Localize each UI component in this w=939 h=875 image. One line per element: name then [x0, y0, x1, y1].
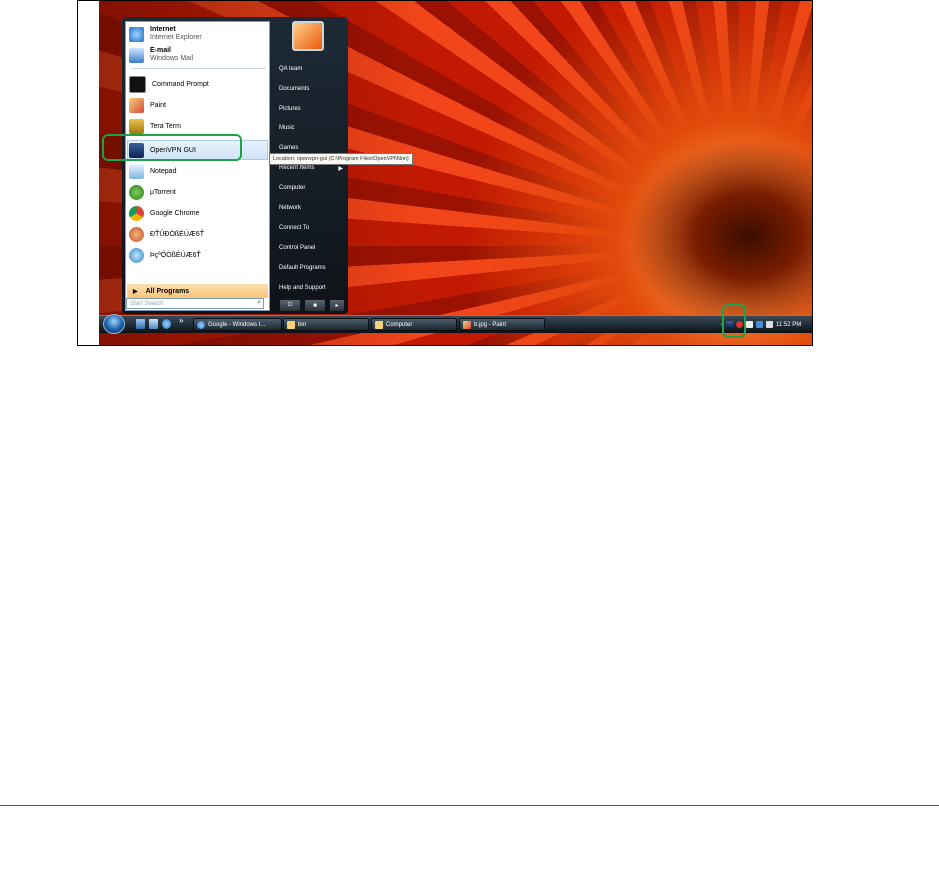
system-tray: ‹ 11:52 PM [721, 318, 811, 331]
program-openvpn-gui[interactable]: OpenVPN GUI [129, 140, 268, 160]
menu-item-pictures[interactable]: Pictures [279, 100, 345, 118]
menu-item-documents[interactable]: Documents [279, 80, 345, 98]
all-programs-button[interactable]: ▶ All Programs [127, 284, 268, 298]
search-icon[interactable]: ⌕ [257, 299, 261, 307]
switch-windows-icon[interactable] [149, 319, 158, 329]
openvpn-tray-icon[interactable] [726, 321, 733, 328]
pinned-email[interactable]: E-mail Windows Mail [129, 45, 268, 65]
pinned-internet[interactable]: Internet Internet Explorer [129, 24, 268, 44]
network-icon[interactable] [756, 321, 763, 328]
paint-icon [463, 320, 471, 329]
windows-mail-icon [129, 47, 144, 63]
internet-explorer-icon[interactable] [162, 319, 171, 329]
tray-icon[interactable] [736, 321, 743, 328]
sleep-button[interactable]: ⏻ [279, 299, 301, 312]
program-unknown-2[interactable]: ÞçªÔÒßÉÚÆ6Ť [129, 245, 268, 265]
program-notepad[interactable]: Notepad [129, 161, 268, 181]
folder-icon [287, 320, 295, 329]
internet-explorer-icon [197, 320, 205, 329]
chrome-icon [129, 205, 144, 221]
task-bin[interactable]: bin [283, 318, 369, 331]
shutdown-options-button[interactable]: ▸ [329, 299, 345, 312]
menu-item-computer[interactable]: Computer [279, 179, 345, 197]
menu-item-default-programs[interactable]: Default Programs [279, 259, 345, 277]
menu-item-network[interactable]: Network [279, 199, 345, 217]
user-picture[interactable] [292, 21, 324, 51]
lock-button[interactable]: ■ [304, 299, 326, 312]
paint-icon [129, 97, 144, 113]
power-icon: ⏻ [287, 302, 293, 308]
start-menu-programs-pane: Internet Internet Explorer E-mail Windows … [125, 21, 270, 311]
program-icon [129, 226, 144, 242]
triangle-right-icon: ▶ [133, 288, 138, 295]
task-paint[interactable]: b.jpg - Paint [459, 318, 545, 331]
menu-item-connect-to[interactable]: Connect To [279, 219, 345, 237]
tera-term-icon [129, 118, 144, 134]
menu-item-qa-team[interactable]: QA team [279, 60, 345, 78]
program-tera-term[interactable]: Tera Term [129, 116, 268, 136]
start-menu: Internet Internet Explorer E-mail Windows … [102, 17, 348, 314]
openvpn-icon [129, 142, 144, 158]
internet-explorer-icon [129, 26, 144, 42]
command-prompt-icon [129, 75, 146, 93]
location-tooltip: Location: openvpn-gui (C:\Program Files\… [269, 153, 413, 165]
task-google-chrome[interactable]: Google - Windows I... [193, 318, 282, 331]
start-search-input[interactable]: Start Search ⌕ [126, 298, 264, 309]
power-controls: ⏻ ■ ▸ [279, 299, 345, 312]
menu-item-help-and-support[interactable]: Help and Support [279, 279, 345, 297]
utorrent-icon [129, 184, 144, 200]
quick-launch-more[interactable]: » [179, 316, 188, 326]
menu-item-music[interactable]: Music [279, 119, 345, 137]
program-utorrent[interactable]: µTorrent [129, 182, 268, 202]
clock[interactable]: 11:52 PM [776, 322, 801, 328]
program-paint[interactable]: Paint [129, 95, 268, 115]
menu-item-control-panel[interactable]: Control Panel [279, 239, 345, 257]
power-tray-icon[interactable] [746, 321, 753, 328]
program-icon [129, 247, 144, 263]
menu-separator [131, 68, 266, 69]
show-desktop-icon[interactable] [136, 319, 145, 329]
lock-icon: ■ [313, 302, 317, 309]
program-google-chrome[interactable]: Google Chrome [129, 203, 268, 223]
page-divider [0, 805, 939, 806]
folder-icon [375, 320, 383, 329]
chevron-left-icon[interactable]: ‹ [721, 322, 723, 328]
program-unknown-1[interactable]: ÐŤÛÐÒßÉÚÆ6Ť [129, 224, 268, 244]
start-button[interactable] [103, 314, 125, 334]
program-command-prompt[interactable]: Command Prompt [129, 74, 268, 94]
task-computer[interactable]: Computer [371, 318, 457, 331]
taskbar: » Google - Windows I... bin Computer b.j… [99, 314, 812, 334]
desktop-wallpaper: Internet Internet Explorer E-mail Windows … [99, 1, 812, 345]
notepad-icon [129, 163, 144, 179]
volume-icon[interactable] [766, 321, 773, 328]
chevron-right-icon: ▸ [335, 303, 339, 309]
chevron-right-icon: ▶ [338, 165, 343, 172]
screenshot-frame: Internet Internet Explorer E-mail Windows … [77, 0, 813, 346]
